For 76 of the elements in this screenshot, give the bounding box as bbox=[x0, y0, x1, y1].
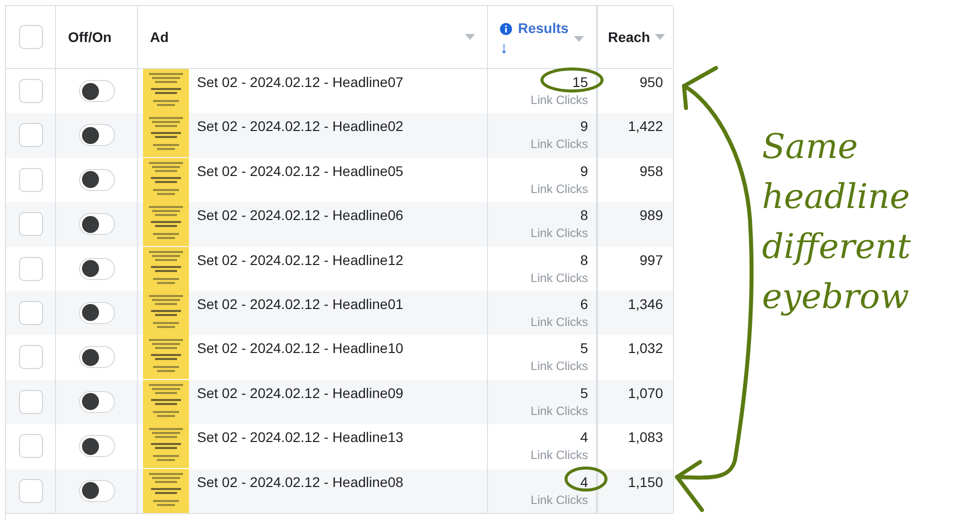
results-value: 9 bbox=[580, 162, 588, 179]
checkbox[interactable] bbox=[18, 25, 42, 49]
toggle-switch[interactable] bbox=[78, 346, 114, 368]
checkbox[interactable] bbox=[18, 478, 42, 503]
ad-name[interactable]: Set 02 - 2024.02.12 - Headline05 bbox=[197, 158, 404, 182]
result-type: Link Clicks bbox=[530, 402, 588, 419]
results-value: 8 bbox=[580, 207, 588, 224]
result-type: Link Clicks bbox=[530, 92, 588, 108]
circle-mark bbox=[564, 466, 608, 492]
reach-value: 1,070 bbox=[628, 384, 663, 403]
results-value: 4 bbox=[580, 429, 588, 446]
reach-value: 1,346 bbox=[628, 296, 663, 314]
results-value: 5 bbox=[580, 384, 588, 401]
toggle-switch[interactable] bbox=[78, 435, 114, 458]
results-value: 8 bbox=[580, 252, 588, 268]
results-value: 9 bbox=[580, 118, 588, 134]
toggle-switch[interactable] bbox=[78, 80, 114, 102]
checkbox[interactable] bbox=[18, 212, 42, 236]
toggle-switch[interactable] bbox=[78, 124, 114, 146]
handwritten-note: different bbox=[762, 226, 911, 269]
checkbox[interactable] bbox=[18, 168, 42, 192]
results-value: 15 bbox=[572, 74, 588, 90]
sort-arrow[interactable]: ↓ bbox=[500, 39, 569, 59]
handwritten-note: eyebrow bbox=[762, 276, 910, 319]
column-header[interactable]: Off/On bbox=[68, 26, 112, 48]
reach-value: 1,032 bbox=[628, 340, 663, 358]
ad-name[interactable]: Set 02 - 2024.02.12 - Headline07 bbox=[197, 69, 404, 93]
ad-name[interactable]: Set 02 - 2024.02.12 - Headline13 bbox=[197, 424, 404, 448]
column-header[interactable]: Ad bbox=[150, 26, 169, 48]
reach-value: 1,083 bbox=[628, 429, 663, 448]
result-type: Link Clicks bbox=[530, 314, 588, 330]
handwritten-note: Same bbox=[762, 126, 859, 169]
reach-value: 997 bbox=[640, 252, 663, 270]
checkbox[interactable] bbox=[18, 300, 42, 325]
checkbox[interactable] bbox=[18, 123, 42, 148]
handwritten-note: headline bbox=[762, 176, 911, 219]
column-header[interactable]: Reach bbox=[608, 26, 650, 48]
column-header[interactable]: Results bbox=[518, 18, 569, 39]
ad-name[interactable]: Set 02 - 2024.02.12 - Headline10 bbox=[197, 335, 404, 360]
reach-value: 950 bbox=[640, 74, 663, 92]
result-type: Link Clicks bbox=[530, 447, 588, 464]
circle-mark bbox=[540, 68, 604, 92]
checkbox[interactable] bbox=[18, 256, 42, 281]
checkbox[interactable] bbox=[18, 345, 42, 370]
info-icon bbox=[500, 22, 512, 34]
reach-value: 1,150 bbox=[628, 474, 663, 492]
toggle-switch[interactable] bbox=[78, 480, 114, 502]
reach-value: 989 bbox=[640, 207, 663, 226]
checkbox[interactable] bbox=[18, 434, 42, 458]
ad-name[interactable]: Set 02 - 2024.02.12 - Headline06 bbox=[197, 202, 404, 226]
result-type: Link Clicks bbox=[530, 270, 588, 286]
result-type: Link Clicks bbox=[530, 492, 588, 508]
result-type: Link Clicks bbox=[530, 358, 588, 374]
result-type: Link Clicks bbox=[530, 180, 588, 197]
ad-name[interactable]: Set 02 - 2024.02.12 - Headline08 bbox=[197, 468, 404, 493]
ad-name[interactable]: Set 02 - 2024.02.12 - Headline12 bbox=[197, 246, 404, 271]
caret-icon[interactable] bbox=[465, 34, 475, 40]
toggle-switch[interactable] bbox=[78, 302, 114, 324]
toggle-switch[interactable] bbox=[78, 213, 114, 236]
result-type: Link Clicks bbox=[530, 225, 588, 242]
toggle-switch[interactable] bbox=[78, 168, 114, 191]
toggle-switch[interactable] bbox=[78, 390, 114, 413]
checkbox[interactable] bbox=[18, 390, 42, 414]
toggle-switch[interactable] bbox=[78, 258, 114, 280]
reach-value: 958 bbox=[640, 162, 663, 181]
reach-value: 1,422 bbox=[628, 118, 663, 136]
results-value: 6 bbox=[580, 296, 588, 312]
caret-icon[interactable] bbox=[574, 36, 584, 42]
checkbox[interactable] bbox=[18, 79, 42, 103]
ad-name[interactable]: Set 02 - 2024.02.12 - Headline01 bbox=[197, 290, 404, 315]
ad-name[interactable]: Set 02 - 2024.02.12 - Headline09 bbox=[197, 380, 404, 404]
caret-icon[interactable] bbox=[655, 34, 665, 40]
result-type: Link Clicks bbox=[530, 136, 588, 152]
ad-name[interactable]: Set 02 - 2024.02.12 - Headline02 bbox=[197, 113, 404, 138]
results-value: 4 bbox=[580, 474, 588, 490]
results-value: 5 bbox=[580, 340, 588, 356]
